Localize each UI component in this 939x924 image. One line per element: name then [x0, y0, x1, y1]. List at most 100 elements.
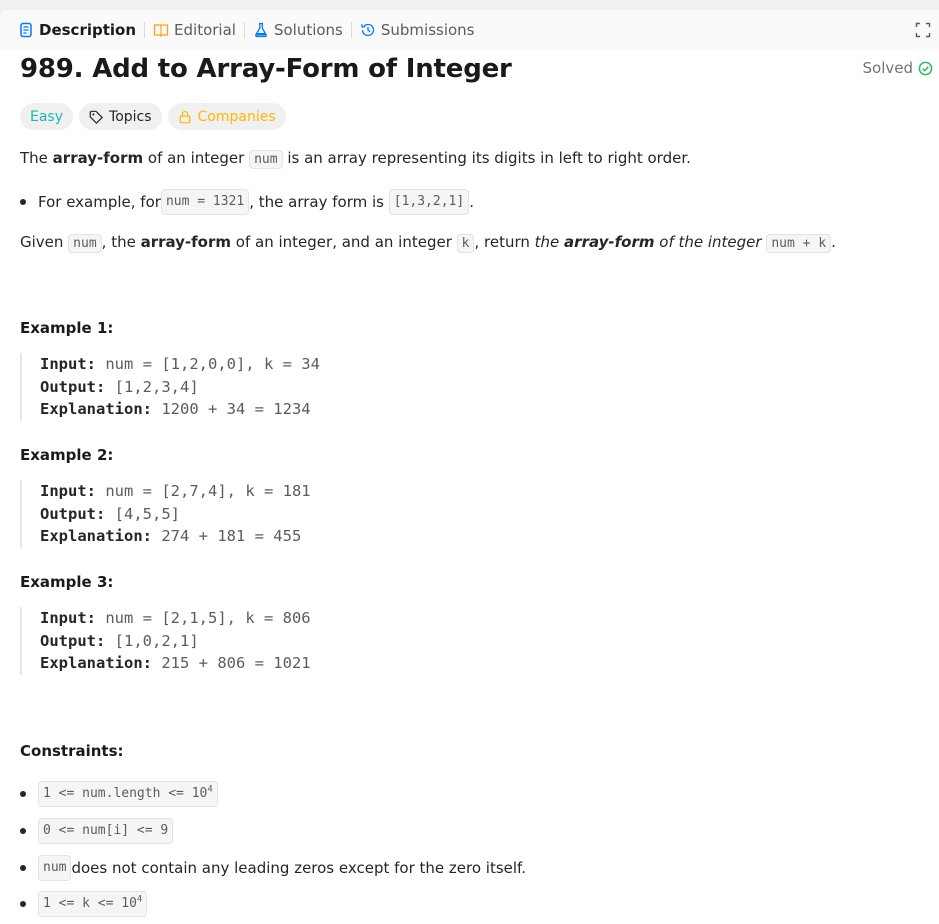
explanation-value: 215 + 806 = 1021	[161, 654, 311, 672]
italic-text: the	[534, 233, 565, 251]
text: , return	[474, 233, 535, 251]
tab-editorial[interactable]: Editorial	[145, 10, 244, 50]
bullet-dot	[20, 199, 26, 205]
output-value: [1,0,2,1]	[114, 631, 199, 650]
output-label: Output:	[40, 377, 106, 396]
code-text: 1 <= k <= 10	[43, 896, 137, 911]
text: does not contain any leading zeros excep…	[71, 859, 526, 877]
input-value: num = [2,1,5], k = 806	[105, 609, 311, 627]
tab-solutions-label: Solutions	[273, 21, 343, 39]
explanation-label: Explanation:	[40, 400, 152, 418]
tab-submissions-label: Submissions	[380, 21, 475, 39]
tab-bar: Description Editorial Solutions Submissi…	[0, 10, 939, 50]
term-array-form: array-form	[564, 233, 655, 251]
text: is an array representing its digits in l…	[282, 149, 691, 167]
text: , the array form is	[249, 193, 384, 211]
bullet-dot	[20, 791, 26, 797]
inline-code: k	[456, 234, 475, 253]
list-item: For example, for num = 1321, the array f…	[20, 189, 474, 215]
inline-code: 1 <= num.length <= 104	[38, 781, 218, 807]
problem-title: 989. Add to Array-Form of Integer	[20, 54, 512, 84]
tag-icon	[89, 110, 104, 124]
example-input: Input: num = [2,7,4], k = 181	[40, 480, 640, 503]
inline-code: [1,3,2,1]	[388, 189, 470, 215]
topics-button[interactable]: Topics	[79, 103, 162, 130]
tab-description-label: Description	[39, 21, 137, 39]
example-block: Input: num = [2,1,5], k = 806 Output: [1…	[20, 607, 640, 675]
example-heading: Example 1:	[20, 319, 114, 337]
description-icon	[20, 22, 32, 38]
output-value: [4,5,5]	[114, 504, 180, 523]
text: The	[20, 149, 53, 167]
text: , the	[101, 233, 141, 251]
text: .	[831, 233, 836, 251]
explanation-value: 1200 + 34 = 1234	[161, 400, 311, 418]
example-heading: Example 3:	[20, 573, 114, 591]
example-explanation: Explanation: 215 + 806 = 1021	[40, 652, 640, 675]
companies-button[interactable]: Companies	[167, 103, 286, 130]
solved-status: Solved	[863, 59, 934, 77]
description-paragraph: The array-form of an integer num is an a…	[20, 147, 691, 171]
constraints-heading: Constraints:	[20, 742, 124, 760]
book-icon	[153, 24, 169, 38]
example-input: Input: num = [2,1,5], k = 806	[40, 607, 640, 630]
term-array-form: array-form	[140, 233, 232, 251]
example-output: Output: [1,2,3,4]	[40, 376, 640, 399]
inline-code: num	[249, 150, 283, 169]
description-paragraph: Given num, the array-form of an integer,…	[20, 231, 836, 255]
text: For example, for	[38, 193, 161, 211]
text: of an integer, and an integer	[231, 233, 457, 251]
inline-code: 1 <= k <= 104	[38, 891, 148, 917]
inline-code: num = 1321	[160, 189, 250, 215]
inline-code: num	[68, 234, 102, 253]
input-label: Input:	[40, 482, 96, 500]
italic-text: of the integer	[654, 233, 767, 251]
flask-icon	[255, 22, 267, 38]
input-value: num = [1,2,0,0], k = 34	[105, 355, 320, 373]
topics-label: Topics	[109, 108, 152, 125]
lock-icon	[179, 110, 190, 123]
text: .	[469, 193, 474, 211]
example-block: Input: num = [1,2,0,0], k = 34 Output: […	[20, 353, 640, 421]
example-input: Input: num = [1,2,0,0], k = 34	[40, 353, 640, 376]
input-label: Input:	[40, 355, 96, 373]
output-label: Output:	[40, 504, 106, 523]
text: of an integer	[143, 149, 250, 167]
text: Given	[20, 233, 69, 251]
example-output: Output: [4,5,5]	[40, 503, 640, 526]
tab-submissions[interactable]: Submissions	[352, 10, 483, 50]
example-block: Input: num = [2,7,4], k = 181 Output: [4…	[20, 480, 640, 548]
difficulty-badge: Easy	[20, 103, 74, 130]
constraint-item: 0 <= num[i] <= 9	[20, 818, 174, 844]
description-panel: Description Editorial Solutions Submissi…	[0, 10, 939, 924]
example-explanation: Explanation: 1200 + 34 = 1234	[40, 398, 640, 421]
inline-code: num + k	[766, 234, 832, 253]
example-heading: Example 2:	[20, 446, 114, 464]
solved-label: Solved	[862, 59, 914, 77]
check-circle-icon	[918, 61, 933, 75]
superscript: 4	[136, 894, 143, 905]
companies-label: Companies	[197, 108, 276, 125]
tab-editorial-label: Editorial	[174, 21, 236, 39]
example-output: Output: [1,0,2,1]	[40, 630, 640, 653]
input-label: Input:	[40, 609, 96, 627]
output-label: Output:	[40, 631, 106, 650]
constraint-item: 1 <= num.length <= 104	[20, 781, 218, 807]
superscript: 4	[207, 784, 213, 795]
bullet-dot	[20, 828, 26, 834]
tag-row: Easy Topics Companies	[20, 103, 286, 130]
tab-solutions[interactable]: Solutions	[245, 10, 351, 50]
explanation-label: Explanation:	[40, 654, 152, 672]
bullet-dot	[20, 901, 26, 907]
tab-description[interactable]: Description	[0, 10, 144, 50]
constraint-item: 1 <= k <= 104	[20, 891, 148, 917]
term-array-form: array-form	[52, 149, 144, 167]
inline-code: num	[38, 855, 72, 881]
bullet-dot	[20, 865, 26, 871]
example-explanation: Explanation: 274 + 181 = 455	[40, 525, 640, 548]
constraint-item: num does not contain any leading zeros e…	[20, 855, 526, 881]
history-icon	[361, 23, 375, 37]
inline-code: 0 <= num[i] <= 9	[38, 818, 174, 844]
fullscreen-icon[interactable]	[915, 22, 931, 38]
output-value: [1,2,3,4]	[114, 377, 199, 396]
